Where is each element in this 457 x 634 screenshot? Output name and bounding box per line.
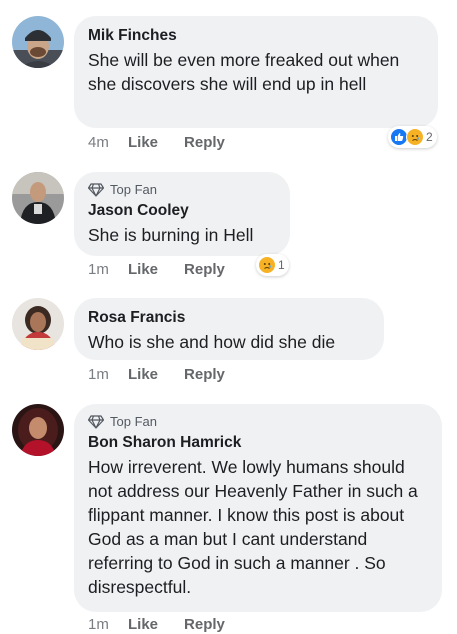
comment-bubble: Rosa Francis Who is she and how did she … [74,298,384,360]
reaction-summary[interactable]: 2 [388,126,437,148]
like-button[interactable]: Like [128,134,158,151]
commenter-name[interactable]: Rosa Francis [88,308,370,328]
top-fan-badge: Top Fan [88,414,428,429]
reply-button[interactable]: Reply [184,134,225,151]
diamond-icon [88,182,104,197]
avatar[interactable] [12,172,64,224]
comment-bubble: Top Fan Bon Sharon Hamrick How irreveren… [74,404,442,612]
timestamp[interactable]: 1m [88,366,128,383]
reply-button[interactable]: Reply [184,616,225,633]
avatar[interactable] [12,16,64,68]
commenter-name[interactable]: Mik Finches [88,26,424,46]
timestamp[interactable]: 1m [88,261,128,278]
comment-actions: 1m Like Reply [88,616,225,633]
like-button[interactable]: Like [128,366,158,383]
sad-reaction-icon [406,128,424,146]
comment-text: How irreverent. We lowly humans should n… [88,457,418,597]
comment-bubble: Top Fan Jason Cooley She is burning in H… [74,172,290,256]
comment-text: Who is she and how did she die [88,332,336,352]
avatar[interactable] [12,298,64,350]
comment-actions: 4m Like Reply [88,134,225,151]
like-button[interactable]: Like [128,616,158,633]
comment-actions: 1m Like Reply [88,366,225,383]
comment-actions: 1m Like Reply [88,261,225,278]
reaction-count: 2 [426,130,433,144]
top-fan-label: Top Fan [110,182,157,197]
reply-button[interactable]: Reply [184,261,225,278]
top-fan-badge: Top Fan [88,182,276,197]
commenter-name[interactable]: Bon Sharon Hamrick [88,433,428,453]
timestamp[interactable]: 1m [88,616,128,633]
like-button[interactable]: Like [128,261,158,278]
diamond-icon [88,414,104,429]
comment-text: She is burning in Hell [88,225,254,245]
comment-text: She will be even more freaked out when s… [88,50,400,94]
comment-bubble: Mik Finches She will be even more freake… [74,16,438,128]
reply-button[interactable]: Reply [184,366,225,383]
reaction-count: 1 [278,258,285,272]
sad-reaction-icon [258,256,276,274]
timestamp[interactable]: 4m [88,134,128,151]
commenter-name[interactable]: Jason Cooley [88,201,276,221]
avatar[interactable] [12,404,64,456]
top-fan-label: Top Fan [110,414,157,429]
reaction-summary[interactable]: 1 [256,254,289,276]
